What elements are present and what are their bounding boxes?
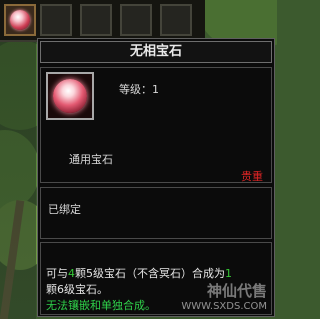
inventory-slot[interactable] <box>40 4 72 36</box>
description-line-2: 颗6级宝石。 <box>46 283 108 296</box>
gem-icon <box>10 10 30 30</box>
item-description: 可与4颗5级宝石（不含冥石）合成为1 颗6级宝石。 无法镶嵌和单独合成。 神仙代… <box>40 242 272 315</box>
inventory-slot[interactable] <box>160 4 192 36</box>
side-panel-edge <box>0 42 36 319</box>
item-tooltip: 无相宝石 等级：1 通用宝石 贵重 已绑定 可与4颗5级宝石（不含冥石）合成为1… <box>37 38 275 317</box>
gem-item-icon <box>53 79 87 113</box>
item-title: 无相宝石 <box>40 41 272 63</box>
bind-section: 已绑定 <box>40 187 272 239</box>
description-line-1: 可与4颗5级宝石（不含冥石）合成为1 <box>46 267 232 280</box>
item-icon-frame <box>46 72 94 120</box>
item-info-section: 等级：1 通用宝石 贵重 <box>40 67 272 183</box>
item-level: 等级：1 <box>119 83 159 96</box>
inventory-slot[interactable] <box>120 4 152 36</box>
watermark: 神仙代售 WWW.SXDS.COM <box>181 282 267 312</box>
inventory-bar <box>0 0 205 42</box>
item-rarity: 贵重 <box>241 170 263 183</box>
inventory-slot-selected[interactable] <box>4 4 36 36</box>
description-note: 无法镶嵌和单独合成。 <box>46 299 156 312</box>
bind-status: 已绑定 <box>48 203 81 216</box>
inventory-slot[interactable] <box>80 4 112 36</box>
item-type: 通用宝石 <box>69 153 113 166</box>
